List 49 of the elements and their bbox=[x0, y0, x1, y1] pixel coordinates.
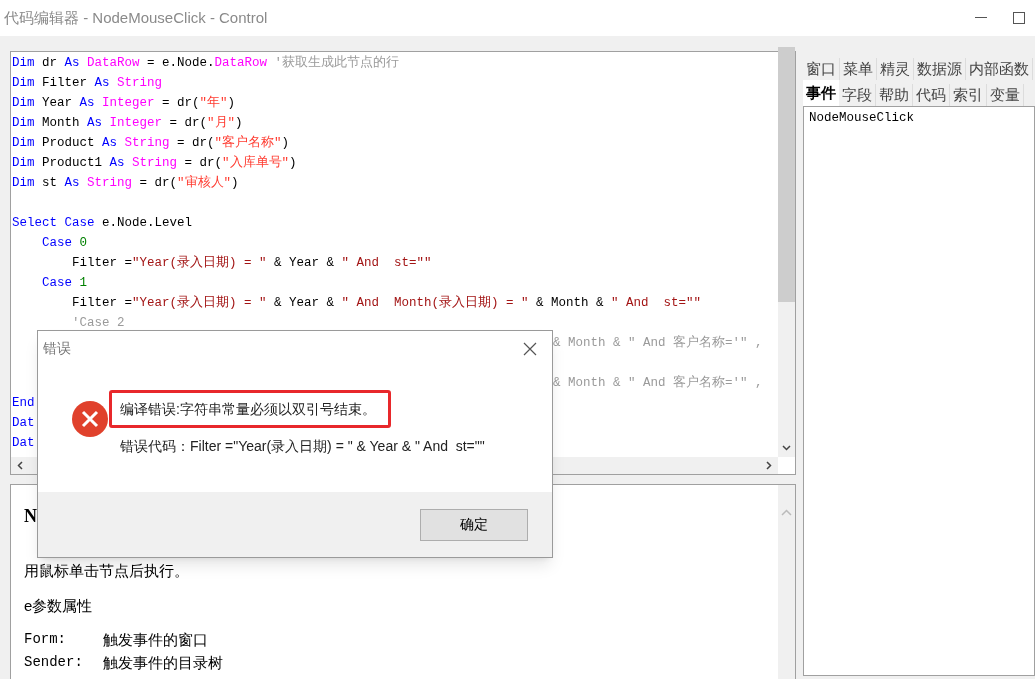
property-name: Form: bbox=[24, 630, 67, 649]
tab[interactable]: 字段 bbox=[839, 84, 876, 106]
code-line: Dim Year As Integer = dr("年") bbox=[12, 94, 236, 112]
code-line: End bbox=[12, 395, 35, 412]
scroll-right-icon[interactable] bbox=[766, 461, 772, 470]
help-heading: N bbox=[24, 505, 37, 528]
tab[interactable]: 菜单 bbox=[840, 58, 877, 80]
ok-button[interactable]: 确定 bbox=[420, 508, 528, 541]
code-line: Dat bbox=[12, 415, 35, 432]
code-line: & Month & " And 客户名称='" , bbox=[553, 334, 763, 352]
tab[interactable]: 索引 bbox=[950, 84, 987, 106]
window-title: 代码编辑器 - NodeMouseClick - Control bbox=[4, 7, 268, 28]
code-line: & Month & " And 客户名称='" , bbox=[553, 374, 763, 392]
vertical-scrollbar[interactable] bbox=[778, 485, 795, 679]
tab[interactable]: 事件 bbox=[803, 80, 839, 106]
code-line: Dim Filter As String bbox=[12, 75, 163, 92]
code-line: Case 0 bbox=[41, 235, 88, 252]
code-line: Filter ="Year(录入日期) = " & Year & " And Month(录入日期) = " & Month & " And st="" bbox=[71, 294, 702, 312]
code-line: Filter ="Year(录入日期) = " & Year & " And st="" bbox=[71, 254, 432, 272]
code-line: Select Case e.Node.Level bbox=[12, 215, 193, 232]
code-line: Dat bbox=[12, 435, 35, 452]
property-description: 触发事件的目录树 bbox=[103, 652, 223, 673]
dialog-title: 错误 bbox=[43, 339, 71, 358]
help-text: 用鼠标单击节点后执行。 bbox=[24, 561, 189, 581]
tab[interactable]: 帮助 bbox=[876, 84, 913, 106]
maximize-icon[interactable] bbox=[1013, 12, 1025, 24]
tab[interactable]: 代码 bbox=[913, 84, 950, 106]
code-line: Dim Product1 As String = dr("入库单号") bbox=[12, 154, 297, 172]
close-icon[interactable] bbox=[523, 341, 537, 356]
event-item[interactable]: NodeMouseClick bbox=[809, 109, 915, 128]
code-line: Case 1 bbox=[41, 275, 88, 292]
code-line: Dim dr As DataRow = e.Node.DataRow '获取生成此节点的行 bbox=[12, 54, 400, 72]
property-description: 触发事件的窗口 bbox=[103, 630, 208, 650]
tab[interactable]: 变量 bbox=[987, 84, 1024, 106]
tab[interactable]: 精灵 bbox=[877, 58, 914, 80]
tab[interactable]: 数据源 bbox=[914, 58, 966, 80]
error-message: 编译错误:字符串常量必须以双引号结束。 bbox=[120, 399, 376, 419]
code-line: Dim st As String = dr("审核人") bbox=[12, 174, 239, 192]
code-line: Dim Month As Integer = dr("月") bbox=[12, 115, 243, 132]
scroll-left-icon[interactable] bbox=[17, 461, 23, 470]
property-name: Sender: bbox=[24, 652, 84, 672]
help-text: e参数属性 bbox=[24, 595, 93, 616]
code-line: 'Case 2 bbox=[71, 315, 125, 332]
scrollbar-thumb[interactable] bbox=[778, 47, 795, 302]
code-line: Dim Product As String = dr("客户名称") bbox=[12, 134, 290, 152]
error-icon bbox=[71, 400, 109, 438]
scroll-down-icon[interactable] bbox=[782, 445, 791, 451]
minimize-icon[interactable] bbox=[975, 17, 987, 19]
error-detail: 错误代码：Filter ="Year(录入日期) = " & Year & " And st="" bbox=[120, 437, 485, 456]
